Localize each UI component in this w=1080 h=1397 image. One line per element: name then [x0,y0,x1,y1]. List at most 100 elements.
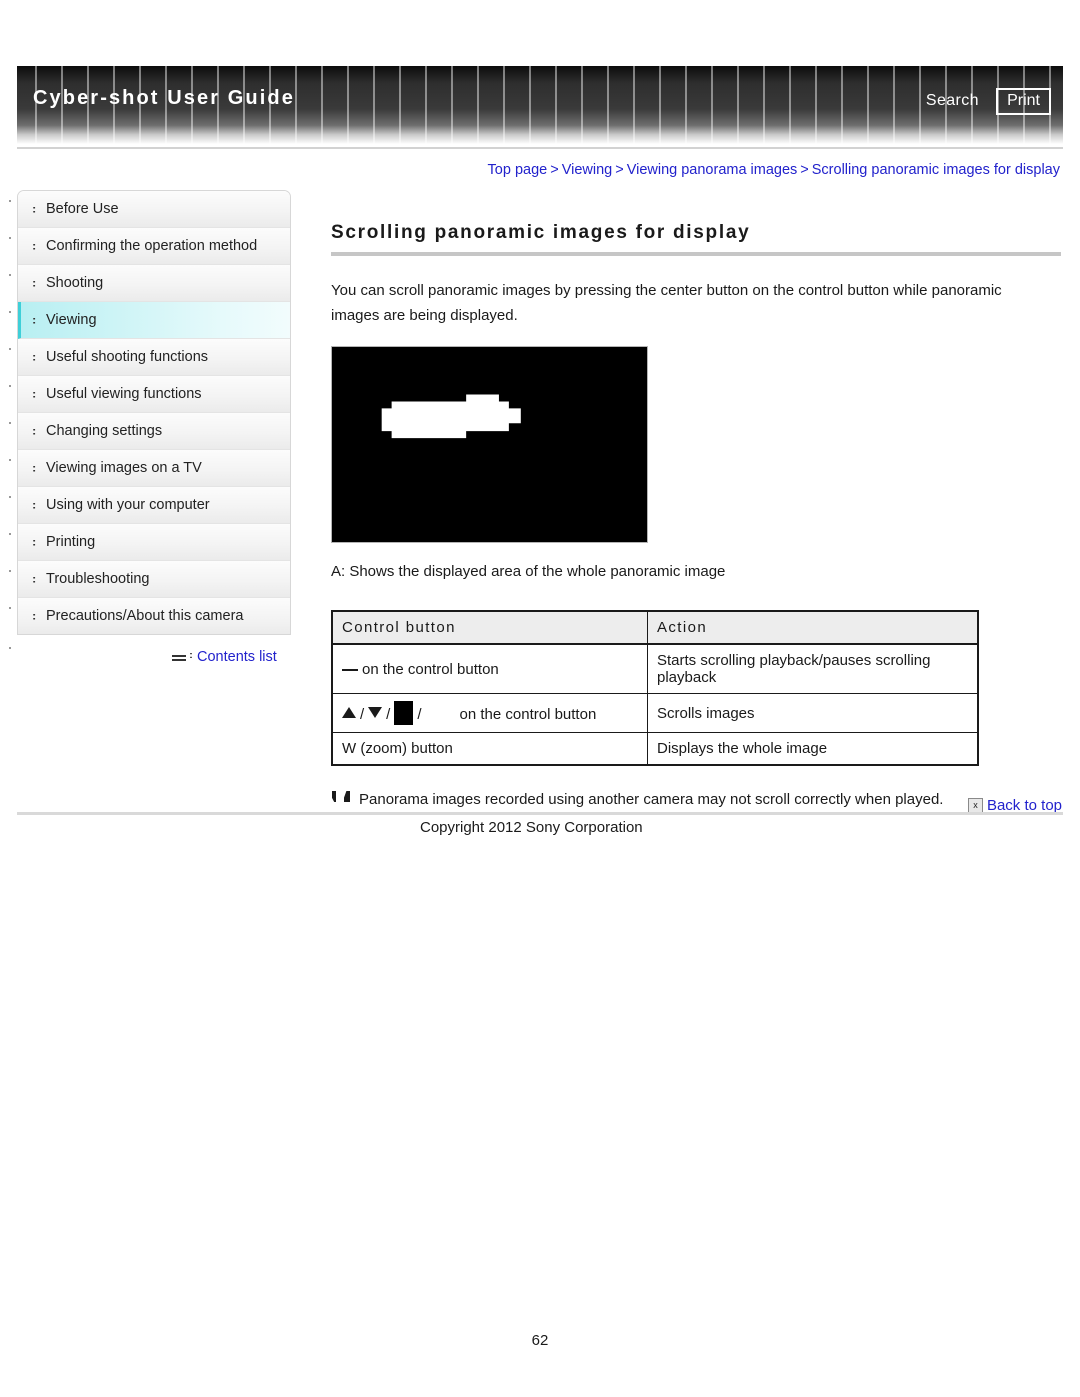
sidebar-item-useful-viewing-functions[interactable]: : Useful viewing functions [18,376,290,413]
sidebar-item-label: Viewing [46,312,97,328]
note-icon [331,788,359,806]
sidebar-item-label: Printing [46,534,96,550]
bullet-arrow-icon: : [32,387,37,400]
bullet-arrow-icon: : [32,202,37,215]
sidebar-item-label: Troubleshooting [46,571,150,587]
table-row: on the control button Starts scrolling p… [331,643,979,694]
note-text: Panorama images recorded using another c… [359,791,944,808]
breadcrumb-separator: > [800,162,809,178]
margin-dot [9,496,11,498]
search-button[interactable]: Search [926,92,979,110]
sidebar-item-useful-shooting-functions[interactable]: : Useful shooting functions [18,339,290,376]
bullet-arrow-icon: : [32,313,37,326]
table-header-control-button: Control button [331,610,648,645]
copyright-text: Copyright 2012 Sony Corporation [420,819,643,836]
table-header-action: Action [647,610,979,645]
table-cell-control: on the control button [331,643,648,694]
note-row: Panorama images recorded using another c… [331,788,1061,811]
margin-dot [9,647,11,649]
sidebar-nav: : Before Use: Confirming the operation met… [17,190,291,635]
margin-dot [9,459,11,461]
bullet-arrow-icon: : [32,572,37,585]
panorama-area-shape [381,394,521,439]
slash-separator: / [417,706,422,723]
table-cell-action: Starts scrolling playback/pauses scrolli… [647,643,979,694]
sidebar-item-label: Precautions/About this camera [46,608,244,624]
title-divider [331,252,1061,256]
sidebar-item-label: Useful shooting functions [46,349,209,365]
table-cell-action: Displays the whole image [647,732,979,766]
table-cell-action: Scrolls images [647,693,979,733]
sidebar-item-label: Useful viewing functions [46,386,202,402]
intro-paragraph: You can scroll panoramic images by press… [331,282,1002,324]
breadcrumb-separator: > [615,162,624,178]
breadcrumb-separator: > [550,162,559,178]
margin-dot [9,570,11,572]
bullet-arrow-icon: : [32,498,37,511]
breadcrumb-item-3[interactable]: Scrolling panoramic images for display [812,162,1060,178]
table-cell-control-text: on the control button [362,660,499,678]
margin-dot [9,274,11,276]
bullet-arrow-icon: : [32,535,37,548]
contents-list-icon [172,651,194,664]
control-button-table: Control button Action on the control but… [331,610,979,766]
sidebar-item-label: Confirming the operation method [46,238,258,254]
footer-divider [17,812,1063,815]
sidebar-item-label: Changing settings [46,423,163,439]
bullet-arrow-icon: : [32,239,37,252]
sidebar-item-before-use[interactable]: : Before Use [18,191,290,228]
panorama-figure-image [331,346,648,543]
main-content: Scrolling panoramic images for display Y… [331,222,1061,815]
broken-image-icon: x [967,798,983,813]
sidebar-item-changing-settings[interactable]: : Changing settings [18,413,290,450]
sidebar-item-label: Shooting [46,275,104,291]
sidebar-item-precautions-about-this-camera[interactable]: : Precautions/About this camera [18,598,290,634]
table-row: / / / on the control button Scrolls images [331,693,979,733]
table-cell-control: / / / on the control button [331,693,648,733]
breadcrumb: Top page > Viewing > Viewing panorama images… [488,162,1060,178]
bullet-arrow-icon: : [32,461,37,474]
breadcrumb-item-2[interactable]: Viewing panorama images [627,162,798,178]
margin-dot [9,385,11,387]
breadcrumb-item-0[interactable]: Top page [488,162,548,178]
contents-list-link[interactable]: Contents list [172,649,277,665]
table-row: W (zoom) button Displays the whole image [331,732,979,766]
margin-dot [9,237,11,239]
sidebar-item-using-with-your-computer[interactable]: : Using with your computer [18,487,290,524]
sidebar-item-label: Viewing images on a TV [46,460,202,476]
table-cell-control: W (zoom) button [331,732,648,766]
sidebar-item-label: Using with your computer [46,497,210,513]
header-banner: Cyber-shot User Guide Search Print [17,66,1063,149]
bullet-arrow-icon: : [32,350,37,363]
contents-list-label: Contents list [197,649,277,665]
page-title: Scrolling panoramic images for display [331,222,751,243]
breadcrumb-item-1[interactable]: Viewing [562,162,613,178]
slash-separator: / [386,706,391,723]
figure-caption: A: Shows the displayed area of the whole… [331,563,726,580]
missing-glyph-icon [394,701,414,725]
margin-dot [9,607,11,609]
margin-dot [9,200,11,202]
margin-dot [9,533,11,535]
sidebar-item-troubleshooting[interactable]: : Troubleshooting [18,561,290,598]
arrow-up-icon [342,707,356,718]
table-header-row: Control button Action [331,610,979,645]
sidebar-item-label: Before Use [46,201,119,217]
bullet-arrow-icon: : [32,609,37,622]
slash-separator: / [360,706,365,723]
center-button-icon [342,668,358,671]
table-cell-control-text: on the control button [459,706,597,723]
print-button[interactable]: Print [996,88,1051,115]
page-number: 62 [531,1332,549,1349]
bullet-arrow-icon: : [32,276,37,289]
margin-dot [9,422,11,424]
sidebar-item-shooting[interactable]: : Shooting [18,265,290,302]
sidebar-item-viewing-images-on-a-tv[interactable]: : Viewing images on a TV [18,450,290,487]
bullet-arrow-icon: : [32,424,37,437]
arrow-down-icon [368,707,383,718]
sidebar-item-confirming-the-operation-method[interactable]: : Confirming the operation method [18,228,290,265]
sidebar-item-printing[interactable]: : Printing [18,524,290,561]
guide-title: Cyber-shot User Guide [33,87,295,109]
margin-dot [9,311,11,313]
sidebar-item-viewing[interactable]: : Viewing [18,302,290,339]
